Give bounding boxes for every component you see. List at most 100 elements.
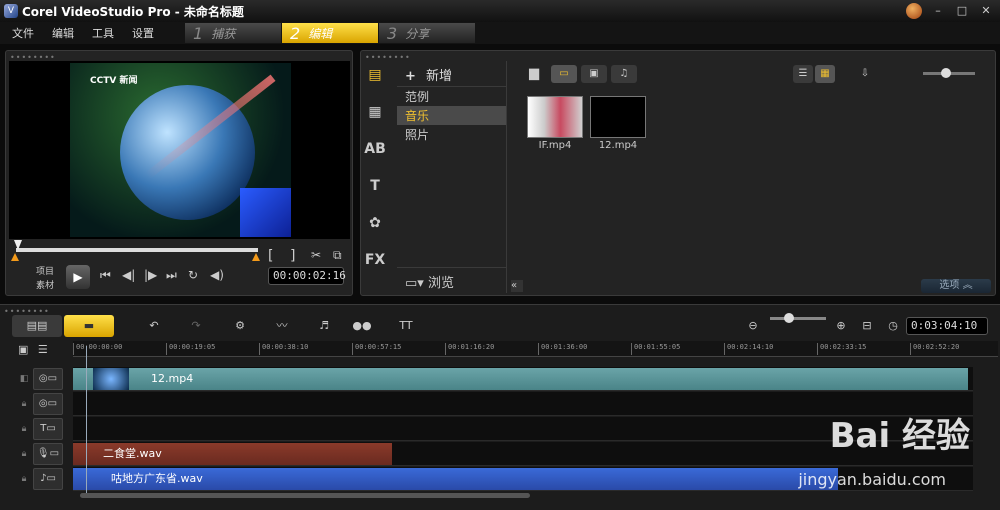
app-icon: V xyxy=(4,4,18,18)
motion-tracking-icon[interactable]: ●● xyxy=(350,315,374,337)
timeline-playhead[interactable] xyxy=(86,346,87,496)
preview-video-frame: CCTV 新闻 xyxy=(70,63,291,237)
sort-icon[interactable]: ⇩ xyxy=(855,65,875,83)
zoom-in-icon[interactable]: ⊕ xyxy=(834,315,848,337)
ruler-tick: 00:02:33:15 xyxy=(817,343,866,355)
clip-label: 二食堂.wav xyxy=(103,447,162,460)
video-track-icon[interactable]: ◎▭ xyxy=(33,368,63,390)
home-icon[interactable]: ⏮ xyxy=(100,268,111,283)
timeline-view-icon[interactable]: ▬ xyxy=(64,315,114,337)
thumbnail-view-icon[interactable]: ▦ xyxy=(815,65,835,83)
end-icon[interactable]: ⏭ xyxy=(166,268,177,283)
add-folder-label: 新增 xyxy=(426,69,453,84)
repeat-icon[interactable]: ↻ xyxy=(188,268,198,282)
zoom-out-icon[interactable]: ⊖ xyxy=(746,315,760,337)
add-folder-button[interactable]: + 新增 xyxy=(397,61,506,87)
timeline-horizontal-scrollbar[interactable] xyxy=(80,493,530,498)
video-clip[interactable]: 12.mp4 xyxy=(73,368,968,390)
redo-icon[interactable]: ↷ xyxy=(186,315,206,337)
music-track-icon[interactable]: ♪▭ xyxy=(33,468,63,490)
mode-project[interactable]: 项目 xyxy=(36,265,54,279)
browse-button[interactable]: ▭▾ 浏览 xyxy=(397,267,507,293)
ruler-tick: 00:01:36:00 xyxy=(538,343,587,355)
folder-samples[interactable]: 范例 xyxy=(397,87,506,106)
title-track-icon[interactable]: T▭ xyxy=(33,418,63,440)
mode-clip[interactable]: 素材 xyxy=(36,279,54,293)
show-audio-icon[interactable]: ♫ xyxy=(611,65,637,83)
music-clip[interactable]: 咕地方广东省.wav xyxy=(73,468,838,490)
step-number: 3 xyxy=(387,23,398,43)
play-button[interactable]: ▶ xyxy=(66,265,90,289)
lock-icon[interactable]: 🔒︎ xyxy=(15,474,33,484)
sound-mixer-icon[interactable]: 〰 xyxy=(270,315,294,337)
lock-icon[interactable]: 🔒︎ xyxy=(15,399,33,409)
maximize-button[interactable]: □ xyxy=(954,3,970,19)
video-track[interactable]: 12.mp4 xyxy=(73,367,973,391)
options-button[interactable]: 选项 ︽ xyxy=(921,279,991,293)
scrubber-bar[interactable] xyxy=(16,248,258,252)
menu-tools[interactable]: 工具 xyxy=(92,25,114,41)
media-icon[interactable]: ▤ xyxy=(363,63,387,87)
folder-photos[interactable]: 照片 xyxy=(397,125,506,144)
mark-out-button[interactable]: ] xyxy=(290,248,295,264)
volume-icon[interactable]: ◀) xyxy=(210,268,224,282)
track-manager-icon[interactable]: ▣ xyxy=(18,343,28,356)
lock-icon[interactable]: 🔒︎ xyxy=(15,449,33,459)
menu-bar: 文件 编辑 工具 设置 xyxy=(0,22,1000,44)
thumbnail-size-slider[interactable] xyxy=(923,68,975,78)
tab-edit[interactable]: 2 编辑 xyxy=(282,23,378,43)
tab-share[interactable]: 3 分享 xyxy=(379,23,475,43)
auto-music-icon[interactable]: ♬ xyxy=(312,315,336,337)
scissors-icon[interactable]: ✂ xyxy=(311,248,321,262)
overlay-track-icon[interactable]: ◎▭ xyxy=(33,393,63,415)
mark-in-button[interactable]: [ xyxy=(268,248,273,264)
library-thumb-12-mp4[interactable] xyxy=(590,96,646,138)
voice-clip[interactable]: 二食堂.wav xyxy=(73,443,392,465)
trim-end-marker[interactable] xyxy=(252,253,260,261)
corel-help-icon[interactable]: ● xyxy=(906,3,922,19)
filter-icon[interactable]: FX xyxy=(363,248,387,272)
folder-music[interactable]: 音乐 xyxy=(397,106,506,125)
menu-file[interactable]: 文件 xyxy=(12,25,34,41)
title-icon[interactable]: T xyxy=(363,174,387,198)
show-photos-icon[interactable]: ▣ xyxy=(581,65,607,83)
collapse-icon[interactable]: « xyxy=(511,280,523,292)
track-options-icon[interactable]: ◧ xyxy=(15,374,33,384)
show-videos-icon[interactable]: ▭ xyxy=(551,65,577,83)
fit-project-icon[interactable]: ⊟ xyxy=(860,315,874,337)
watermark-brand: Bai 经验 xyxy=(829,416,970,456)
clock-icon: ◷ xyxy=(888,319,898,332)
preview-timecode[interactable]: 00:00:02:16 xyxy=(268,267,346,285)
undo-icon[interactable]: ↶ xyxy=(144,315,164,337)
tab-capture[interactable]: 1 捕获 xyxy=(185,23,281,43)
library-thumb-if-mp4[interactable] xyxy=(527,96,583,138)
transition-icon[interactable]: AB xyxy=(363,137,387,161)
minimize-button[interactable]: – xyxy=(930,3,946,19)
slider-knob[interactable] xyxy=(941,68,951,78)
storyboard-view-icon[interactable]: ▤▤ xyxy=(12,315,62,337)
menu-edit[interactable]: 编辑 xyxy=(52,25,74,41)
folder-icon[interactable]: ▆ xyxy=(521,65,547,83)
lock-icon[interactable]: 🔒︎ xyxy=(15,424,33,434)
zoom-knob[interactable] xyxy=(784,313,794,323)
record-capture-icon[interactable]: ⚙ xyxy=(228,315,252,337)
trim-start-marker[interactable] xyxy=(11,253,19,261)
graphic-icon[interactable]: ✿ xyxy=(363,211,387,235)
enlarge-icon[interactable]: ⧉ xyxy=(333,248,342,263)
preview-mode-switch[interactable]: 项目 素材 xyxy=(36,265,54,293)
list-view-icon[interactable]: ☰ xyxy=(793,65,813,83)
menu-settings[interactable]: 设置 xyxy=(132,25,154,41)
close-button[interactable]: ✕ xyxy=(978,3,994,19)
voice-track-icon[interactable]: 🎙︎▭ xyxy=(33,443,63,465)
instant-project-icon[interactable]: ▦ xyxy=(363,100,387,124)
track-list-icon[interactable]: ☰ xyxy=(38,343,48,356)
subtitle-editor-icon[interactable]: TT xyxy=(394,315,418,337)
ruler-tick: 00:01:16:20 xyxy=(445,343,494,355)
timeline-zoom-slider[interactable] xyxy=(770,313,826,323)
next-frame-icon[interactable]: |▶ xyxy=(144,268,157,282)
library-filter-toolbar: ▆ ▭ ▣ ♫ xyxy=(521,65,637,83)
track-header-voice: 🔒︎ 🎙︎▭ xyxy=(15,442,73,466)
timeline-ruler[interactable]: 00:00:00:00 00:00:19:05 00:00:38:10 00:0… xyxy=(73,341,998,357)
ruler-tick: 00:00:00:00 xyxy=(73,343,122,355)
previous-frame-icon[interactable]: ◀| xyxy=(122,268,135,282)
